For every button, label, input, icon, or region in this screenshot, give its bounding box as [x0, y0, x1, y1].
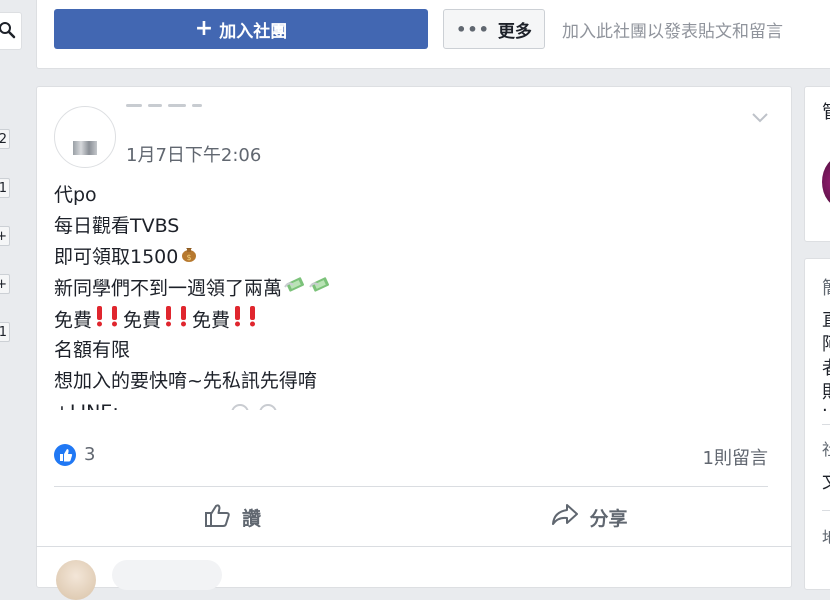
- money-with-wings-icon: [308, 273, 332, 305]
- post-line: 新同學們不到一週領了兩萬: [54, 273, 754, 304]
- post-line: 想加入的要快唷~先私訊先得唷: [54, 370, 317, 392]
- about-text-char: 阿: [822, 330, 830, 356]
- reaction-count[interactable]: 3: [84, 444, 95, 465]
- side-badge[interactable]: 1: [0, 178, 10, 198]
- divider: [36, 546, 792, 547]
- side-badge[interactable]: +: [0, 274, 10, 294]
- about-text-char: 者: [822, 354, 830, 380]
- post-line: 每日觀看TVBS: [54, 215, 180, 237]
- exclamation-icon: [231, 304, 261, 338]
- svg-text:$: $: [187, 253, 192, 262]
- plus-icon: +: [194, 16, 214, 41]
- avatar-image: [73, 141, 97, 155]
- share-arrow-icon: [551, 502, 579, 533]
- side-badge[interactable]: 1: [0, 322, 10, 342]
- exclamation-icon: [162, 304, 192, 338]
- money-bag-icon: $: [179, 242, 199, 273]
- side-badge[interactable]: 2: [0, 129, 10, 149]
- about-text-char: 直: [822, 306, 830, 332]
- post-line: 免費 免費 免費: [54, 304, 754, 335]
- join-group-button[interactable]: + 加入社團: [54, 9, 428, 49]
- author-name-blurred[interactable]: [126, 104, 216, 110]
- link-icon: [258, 403, 277, 410]
- join-group-label: 加入社團: [219, 21, 288, 42]
- post-line: 代po: [54, 184, 97, 206]
- about-text-char: ·: [822, 400, 828, 421]
- exclamation-icon: [93, 304, 123, 338]
- chevron-down-icon[interactable]: [751, 109, 769, 128]
- share-button[interactable]: 分享: [411, 489, 768, 545]
- like-label: 讚: [241, 507, 261, 530]
- link-icon: [230, 403, 249, 410]
- more-button[interactable]: ••• 更多: [443, 9, 545, 49]
- more-label: 更多: [497, 21, 532, 42]
- more-dots-icon: •••: [456, 19, 490, 39]
- post-line: 名額有限: [54, 339, 131, 361]
- like-button[interactable]: 讚: [54, 489, 411, 545]
- divider: [822, 424, 830, 425]
- about-label-char: 社: [822, 436, 830, 460]
- post-line: +LINE:: [54, 397, 754, 410]
- join-hint-text: 加入此社團以發表貼文和留言: [562, 22, 783, 42]
- search-icon[interactable]: [0, 22, 18, 44]
- side-badge[interactable]: +: [0, 226, 10, 246]
- right-card-heading: 管: [822, 98, 830, 124]
- about-label-char: 地: [822, 524, 830, 548]
- divider: [54, 486, 768, 487]
- commenter-avatar[interactable]: [56, 560, 96, 600]
- author-avatar[interactable]: [54, 106, 116, 168]
- post-timestamp[interactable]: 1月7日下午2:06: [126, 141, 261, 167]
- share-label: 分享: [589, 507, 628, 530]
- thumbs-up-icon: [204, 502, 232, 533]
- about-heading: 簡: [822, 274, 830, 300]
- comment-bubble[interactable]: [112, 560, 222, 590]
- money-with-wings-icon: [283, 273, 307, 305]
- about-text-char: 文: [822, 468, 830, 494]
- divider: [822, 510, 830, 511]
- comment-count-link[interactable]: 1則留言: [703, 444, 768, 470]
- like-reaction-icon[interactable]: [54, 444, 76, 470]
- post-body: 代po 每日觀看TVBS 即可領取1500 $ 新同學們不到一週領了兩萬 免費 …: [54, 180, 754, 410]
- post-line: 即可領取1500 $: [54, 242, 754, 273]
